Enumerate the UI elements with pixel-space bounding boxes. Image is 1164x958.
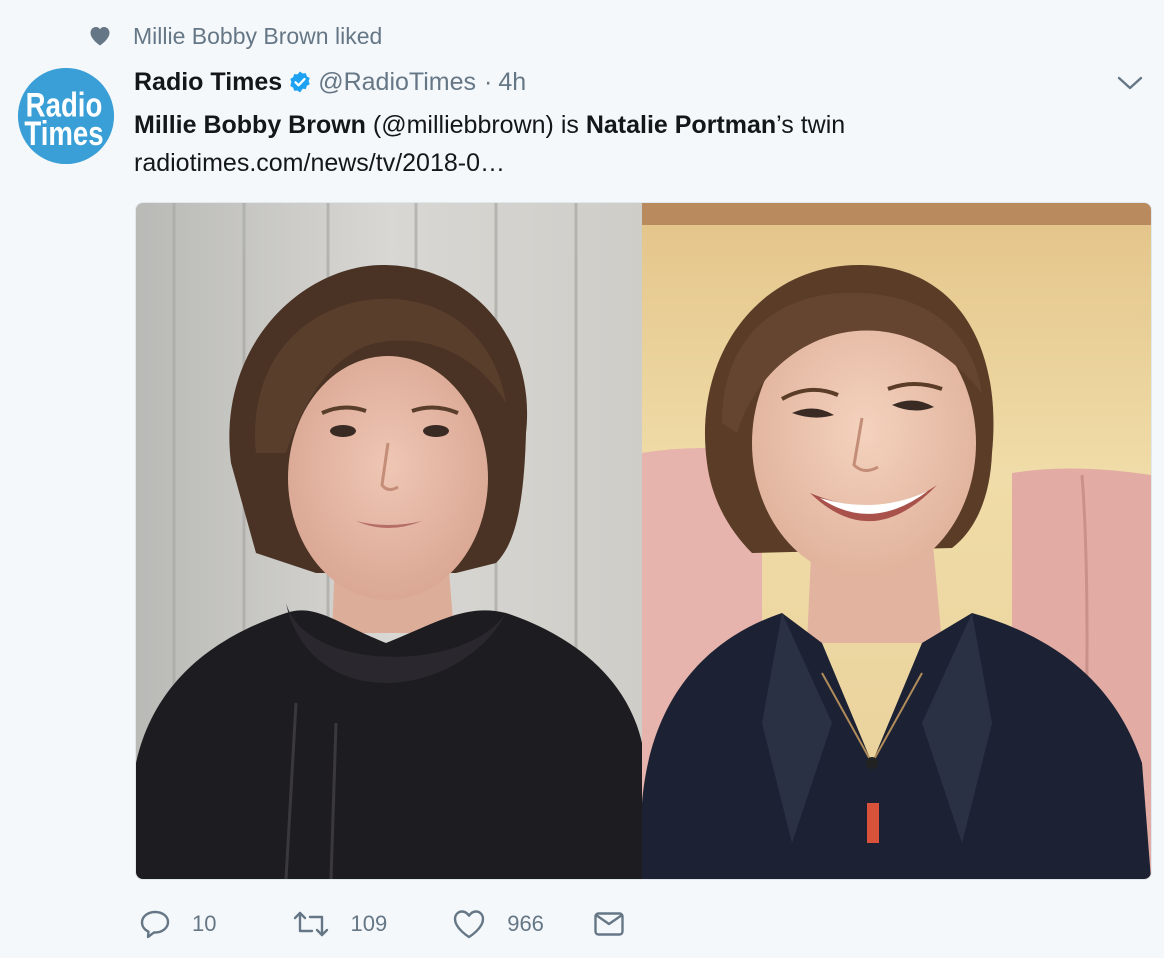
photo-right-image	[642, 203, 1151, 879]
social-context-label: Millie Bobby Brown liked	[133, 22, 383, 49]
verified-badge-icon	[290, 71, 310, 93]
envelope-icon	[594, 912, 624, 936]
photo-left[interactable]	[136, 203, 642, 879]
tweet-text-segment: (@milliebbrown) is	[365, 111, 586, 139]
tweet-actions: 10 109 966	[138, 904, 646, 944]
like-count: 966	[507, 911, 544, 936]
tweet-header: Radio Times @RadioTimes · 4h	[134, 64, 526, 100]
retweet-count: 109	[350, 911, 388, 936]
photo-left-image	[136, 203, 642, 879]
tweet-text-segment: ’s twin	[776, 111, 846, 139]
direct-message-button[interactable]	[592, 907, 646, 941]
mention-name-millie: Millie Bobby Brown	[134, 111, 366, 139]
mention-name-natalie: Natalie Portman	[585, 111, 777, 139]
tweet-text: Millie Bobby Brown (@milliebbrown) is Na…	[134, 106, 1134, 182]
heart-icon	[90, 27, 110, 46]
author-handle[interactable]: @RadioTimes	[318, 68, 476, 97]
tweet-timestamp[interactable]: 4h	[498, 68, 526, 97]
reply-icon	[140, 910, 170, 939]
tweet-card[interactable]: Millie Bobby Brown liked Radio Times Rad…	[0, 0, 1164, 958]
radio-times-logo: Radio Times	[18, 68, 114, 164]
avatar-logo-line2: Times	[24, 114, 103, 153]
like-heart-icon	[454, 910, 485, 939]
chevron-down-icon[interactable]	[1116, 72, 1144, 94]
like-button[interactable]: 966	[451, 907, 544, 941]
retweet-icon	[294, 911, 329, 937]
avatar[interactable]: Radio Times	[18, 68, 114, 164]
author-name[interactable]: Radio Times	[134, 68, 282, 97]
tweet-link[interactable]: radiotimes.com/news/tv/2018-0…	[134, 144, 1134, 182]
photo-right[interactable]	[642, 203, 1151, 879]
retweet-button[interactable]: 109	[292, 907, 387, 941]
reply-count: 10	[192, 911, 217, 936]
tweet-media[interactable]	[135, 202, 1152, 880]
separator-dot: ·	[484, 67, 493, 96]
reply-button[interactable]: 10	[138, 907, 216, 941]
social-context: Millie Bobby Brown liked	[88, 20, 382, 52]
